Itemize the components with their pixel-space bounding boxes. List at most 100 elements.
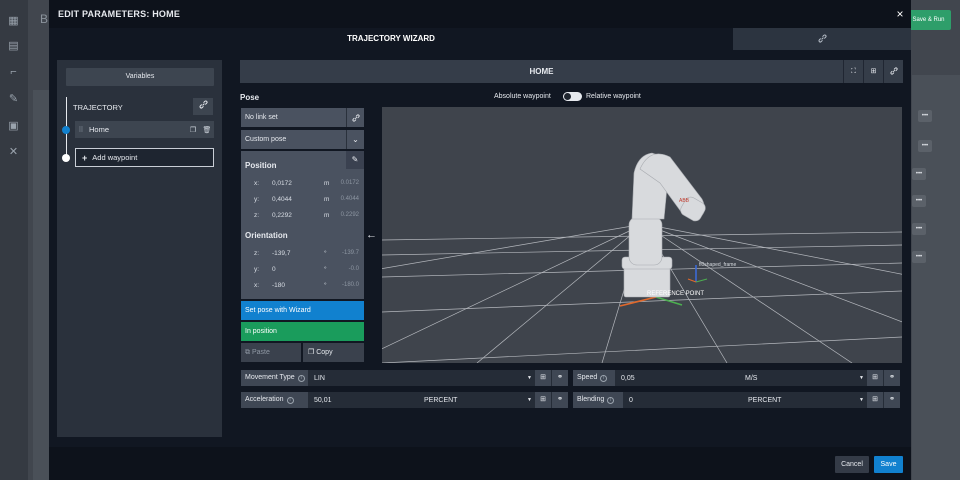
pose-heading: Pose [240, 93, 260, 102]
variable-icon[interactable]: ⊞ [535, 392, 551, 408]
speed-label: Speed i [573, 370, 615, 386]
more-options-button[interactable]: ••• [912, 223, 926, 235]
unit-label: ° [324, 266, 327, 273]
info-icon[interactable]: i [607, 396, 615, 404]
movement-type-value: LIN [314, 374, 325, 382]
info-icon[interactable]: i [600, 374, 608, 382]
info-icon[interactable]: i [286, 396, 294, 404]
trash-icon[interactable]: 🗑 [200, 126, 214, 134]
speed-field[interactable]: Speed i 0,05 M/S ▼ ⊞ ⚭ [573, 370, 900, 386]
duplicate-icon[interactable]: ❐ [186, 126, 200, 134]
link-icon[interactable]: ⚭ [552, 392, 568, 408]
axis-label: x: [254, 180, 260, 187]
variables-button[interactable]: Variables [66, 68, 214, 86]
more-options-button[interactable]: ••• [912, 195, 926, 207]
variable-icon[interactable]: ⊞ [863, 60, 883, 83]
variable-icon[interactable]: ⊞ [535, 370, 551, 386]
link-select-value: No link set [245, 114, 278, 121]
caret-down-icon[interactable]: ▼ [859, 375, 864, 381]
tab-links[interactable] [733, 28, 911, 50]
waypoint-mode-toggle[interactable] [563, 92, 582, 101]
speed-value[interactable]: 0,05 [615, 375, 635, 382]
label-text: Movement Type [245, 374, 295, 381]
more-options-button[interactable]: ••• [912, 251, 926, 263]
edit-icon[interactable]: ✎ [346, 151, 364, 169]
tab-trajectory-wizard[interactable]: TRAJECTORY WIZARD [49, 28, 733, 50]
modal-footer: Cancel Save [49, 447, 911, 480]
movement-type-label: Movement Type i [241, 370, 308, 386]
tools-icon[interactable]: ✎ [7, 93, 20, 106]
folder-icon[interactable]: ▤ [7, 40, 20, 53]
current-value: 0.4044 [340, 196, 359, 202]
trajectory-link-button[interactable] [193, 98, 213, 115]
toggle-knob [564, 93, 571, 100]
add-waypoint-button[interactable]: + Add waypoint [75, 148, 214, 167]
acceleration-field[interactable]: Acceleration i 50,01 PERCENT ▼ ⊞ ⚭ [241, 392, 568, 408]
link-icon[interactable]: ⚭ [884, 392, 900, 408]
caret-down-icon[interactable]: ▼ [527, 397, 532, 403]
blending-unit[interactable]: PERCENT [748, 397, 781, 404]
edit-parameters-modal: EDIT PARAMETERS: HOME × TRAJECTORY WIZAR… [49, 0, 911, 480]
orientation-x-input[interactable]: -180 [272, 282, 285, 289]
waypoint-header-bar: HOME ⛶ ⊞ [240, 60, 903, 83]
acceleration-value[interactable]: 50,01 [308, 397, 332, 404]
orientation-y-input[interactable]: 0 [272, 266, 276, 273]
orientation-z-row: z: -139,7 ° -139.7 [241, 250, 364, 262]
variable-icon[interactable]: ⊞ [867, 370, 883, 386]
in-position-status: In position [241, 322, 364, 341]
pose-select[interactable]: Custom pose ⌄ [241, 130, 364, 149]
background-title: B [40, 12, 49, 26]
caret-down-icon[interactable]: ▼ [527, 375, 532, 381]
link-icon[interactable] [346, 108, 364, 127]
unit-label: m [324, 180, 330, 187]
paste-button[interactable]: ⧉ Paste [241, 343, 301, 362]
set-pose-wizard-button[interactable]: Set pose with Wizard [241, 301, 364, 320]
robot-arm-icon[interactable]: ⌐ [7, 66, 20, 79]
wrench-icon[interactable]: ✕ [7, 146, 20, 159]
waypoint-header-actions: ⛶ ⊞ [843, 60, 903, 83]
orientation-z-input[interactable]: -139,7 [272, 250, 290, 257]
blending-field[interactable]: Blending i 0 PERCENT ▼ ⊞ ⚭ [573, 392, 900, 408]
axis-label: z: [254, 212, 260, 219]
waypoint-label: Home [89, 125, 110, 134]
link-icon[interactable] [883, 60, 903, 83]
close-icon[interactable]: × [891, 5, 909, 23]
current-value: -139.7 [341, 250, 359, 256]
copy-button[interactable]: ❐ Copy [303, 343, 364, 362]
current-value: -180.0 [341, 282, 359, 288]
waypoint-item-home[interactable]: ⠿ Home ❐ 🗑 [75, 121, 214, 138]
orientation-heading: Orientation [245, 231, 288, 240]
info-icon[interactable]: i [297, 374, 305, 382]
blending-label: Blending i [573, 392, 623, 408]
label-text: Acceleration [245, 396, 284, 403]
more-options-button[interactable]: ••• [918, 140, 932, 152]
background-sidebar: ▦ ▤ ⌐ ✎ ▣ ✕ [0, 0, 28, 480]
arrow-left-icon[interactable]: ← [366, 229, 377, 241]
caret-down-icon[interactable]: ▼ [859, 397, 864, 403]
variable-icon[interactable]: ⊞ [867, 392, 883, 408]
copy-label: Copy [316, 349, 333, 356]
position-z-input[interactable]: 0,2292 [272, 212, 292, 219]
drag-handle-icon[interactable]: ⠿ [77, 126, 85, 134]
link-icon[interactable]: ⚭ [884, 370, 900, 386]
more-options-button[interactable]: ••• [918, 110, 932, 122]
cancel-button[interactable]: Cancel [835, 456, 869, 473]
speed-unit[interactable]: M/S [745, 375, 757, 382]
movement-type-field[interactable]: Movement Type i LIN ▼ ⊞ ⚭ [241, 370, 568, 386]
position-y-input[interactable]: 0,4044 [272, 196, 292, 203]
link-select[interactable]: No link set [241, 108, 364, 127]
chevron-down-icon[interactable]: ⌄ [346, 130, 364, 149]
save-button[interactable]: Save [874, 456, 903, 473]
acceleration-unit[interactable]: PERCENT [424, 397, 457, 404]
blending-value[interactable]: 0 [623, 397, 633, 404]
link-icon[interactable]: ⚭ [552, 370, 568, 386]
frame-icon[interactable]: ⛶ [843, 60, 863, 83]
robot-3d-viewport[interactable]: ABB fl0shaped_frame REFERENCE POINT [382, 107, 902, 363]
position-x-input[interactable]: 0,0172 [272, 180, 292, 187]
trajectory-label: TRAJECTORY [73, 103, 123, 112]
unit-label: ° [324, 282, 327, 289]
save-and-run-button[interactable]: Save & Run [906, 10, 951, 30]
more-options-button[interactable]: ••• [912, 168, 926, 180]
grid-icon[interactable]: ▦ [7, 15, 20, 28]
toolbox-icon[interactable]: ▣ [7, 120, 20, 133]
